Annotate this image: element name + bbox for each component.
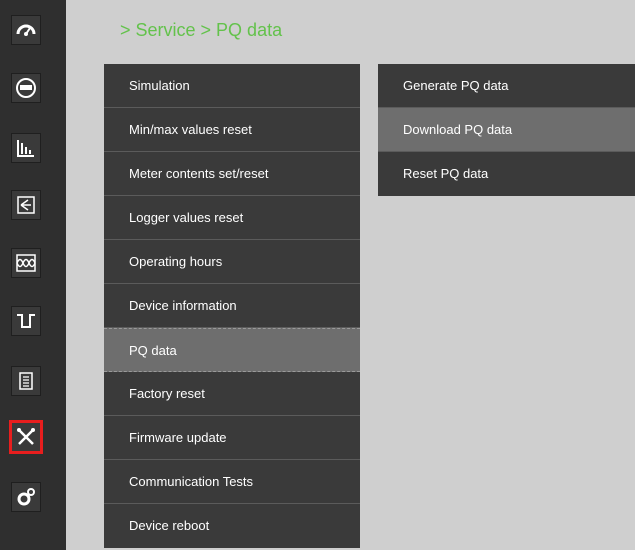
menu-item-communication-tests[interactable]: Communication Tests [104, 460, 360, 504]
submenu-item-download-pq[interactable]: Download PQ data [378, 108, 635, 152]
menu-item-logger-reset[interactable]: Logger values reset [104, 196, 360, 240]
menu-item-factory-reset[interactable]: Factory reset [104, 372, 360, 416]
menu-item-firmware-update[interactable]: Firmware update [104, 416, 360, 460]
settings-gear-icon[interactable] [11, 482, 41, 512]
menu-item-operating-hours[interactable]: Operating hours [104, 240, 360, 284]
logger-list-icon[interactable] [11, 366, 41, 396]
waveform-icon[interactable] [11, 248, 41, 278]
service-menu: Simulation Min/max values reset Meter co… [104, 64, 360, 548]
gauge-icon[interactable] [11, 15, 41, 45]
menu-item-pq-data[interactable]: PQ data [104, 328, 360, 372]
bar-chart-icon[interactable] [11, 133, 41, 163]
submenu-item-reset-pq[interactable]: Reset PQ data [378, 152, 635, 196]
menu-item-minmax-reset[interactable]: Min/max values reset [104, 108, 360, 152]
pq-submenu: Generate PQ data Download PQ data Reset … [378, 64, 635, 196]
menu-item-simulation[interactable]: Simulation [104, 64, 360, 108]
meter-icon[interactable] [11, 73, 41, 103]
signal-dip-icon[interactable] [11, 306, 41, 336]
phasor-diagram-icon[interactable] [11, 190, 41, 220]
sidebar [0, 0, 66, 550]
menu-item-device-reboot[interactable]: Device reboot [104, 504, 360, 548]
submenu-item-generate-pq[interactable]: Generate PQ data [378, 64, 635, 108]
service-tools-icon[interactable] [9, 420, 43, 454]
breadcrumb: > Service > PQ data [120, 20, 283, 40]
menu-item-meter-contents[interactable]: Meter contents set/reset [104, 152, 360, 196]
menu-item-device-information[interactable]: Device information [104, 284, 360, 328]
